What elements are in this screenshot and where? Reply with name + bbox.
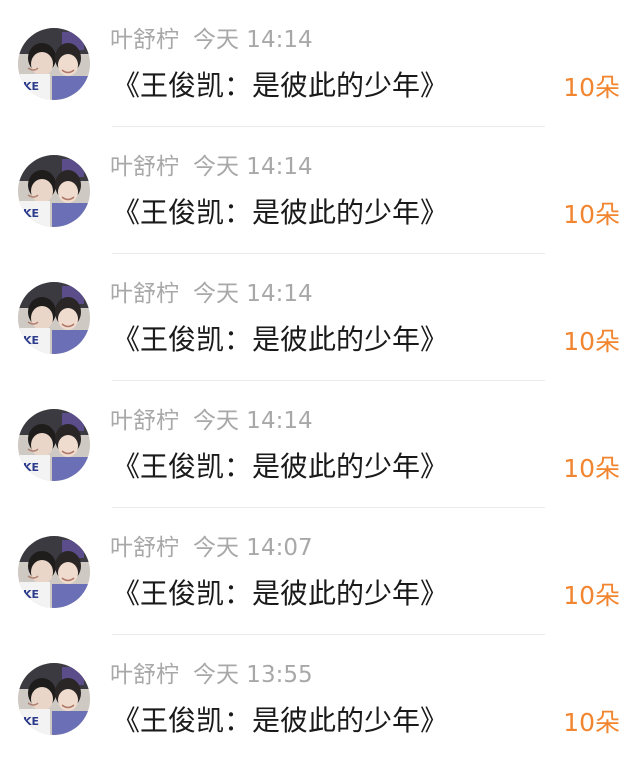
gift-amount: 10朵 bbox=[563, 73, 620, 102]
timestamp: 今天 14:07 bbox=[193, 535, 313, 561]
timestamp: 今天 14:14 bbox=[193, 27, 313, 53]
gift-amount: 10朵 bbox=[563, 200, 620, 229]
list-item[interactable]: KE 叶舒柠 今天 14:14 《王俊凯：是彼此的少年》 10朵 bbox=[0, 254, 640, 381]
record-meta: 叶舒柠 今天 14:07 bbox=[110, 532, 313, 564]
svg-text:KE: KE bbox=[23, 715, 39, 728]
user-name[interactable]: 叶舒柠 bbox=[110, 154, 179, 180]
record-meta: 叶舒柠 今天 14:14 bbox=[110, 24, 313, 56]
timestamp: 今天 14:14 bbox=[193, 281, 313, 307]
user-photo-icon: KE bbox=[18, 663, 90, 735]
svg-text:KE: KE bbox=[23, 80, 39, 93]
list-item[interactable]: KE 叶舒柠 今天 13:55 《王俊凯：是彼此的少年》 10朵 bbox=[0, 635, 640, 762]
user-name[interactable]: 叶舒柠 bbox=[110, 27, 179, 53]
list-item[interactable]: KE 叶舒柠 今天 14:14 《王俊凯：是彼此的少年》 10朵 bbox=[0, 381, 640, 508]
user-name[interactable]: 叶舒柠 bbox=[110, 662, 179, 688]
timestamp: 今天 14:14 bbox=[193, 154, 313, 180]
gift-amount: 10朵 bbox=[563, 581, 620, 610]
work-title[interactable]: 《王俊凯：是彼此的少年》 bbox=[112, 447, 448, 487]
avatar[interactable]: KE bbox=[18, 28, 90, 100]
user-name[interactable]: 叶舒柠 bbox=[110, 535, 179, 561]
list-item[interactable]: KE 叶舒柠 今天 14:14 《王俊凯：是彼此的少年》 10朵 bbox=[0, 127, 640, 254]
user-photo-icon: KE bbox=[18, 155, 90, 227]
avatar[interactable]: KE bbox=[18, 663, 90, 735]
gift-amount: 10朵 bbox=[563, 708, 620, 737]
gift-record-list: KE 叶舒柠 今天 14:14 《王俊凯：是彼此的少年》 10朵 KE 叶舒柠 … bbox=[0, 0, 640, 762]
avatar[interactable]: KE bbox=[18, 536, 90, 608]
record-meta: 叶舒柠 今天 14:14 bbox=[110, 151, 313, 183]
gift-amount: 10朵 bbox=[563, 327, 620, 356]
timestamp: 今天 13:55 bbox=[193, 662, 313, 688]
svg-text:KE: KE bbox=[23, 588, 39, 601]
work-title[interactable]: 《王俊凯：是彼此的少年》 bbox=[112, 574, 448, 614]
user-photo-icon: KE bbox=[18, 536, 90, 608]
list-item[interactable]: KE 叶舒柠 今天 14:14 《王俊凯：是彼此的少年》 10朵 bbox=[0, 0, 640, 127]
record-meta: 叶舒柠 今天 14:14 bbox=[110, 278, 313, 310]
user-name[interactable]: 叶舒柠 bbox=[110, 281, 179, 307]
list-item[interactable]: KE 叶舒柠 今天 14:07 《王俊凯：是彼此的少年》 10朵 bbox=[0, 508, 640, 635]
timestamp: 今天 14:14 bbox=[193, 408, 313, 434]
svg-text:KE: KE bbox=[23, 207, 39, 220]
work-title[interactable]: 《王俊凯：是彼此的少年》 bbox=[112, 320, 448, 360]
user-name[interactable]: 叶舒柠 bbox=[110, 408, 179, 434]
work-title[interactable]: 《王俊凯：是彼此的少年》 bbox=[112, 701, 448, 741]
svg-text:KE: KE bbox=[23, 334, 39, 347]
work-title[interactable]: 《王俊凯：是彼此的少年》 bbox=[112, 193, 448, 233]
avatar[interactable]: KE bbox=[18, 409, 90, 481]
user-photo-icon: KE bbox=[18, 28, 90, 100]
avatar[interactable]: KE bbox=[18, 282, 90, 354]
avatar[interactable]: KE bbox=[18, 155, 90, 227]
record-meta: 叶舒柠 今天 14:14 bbox=[110, 405, 313, 437]
work-title[interactable]: 《王俊凯：是彼此的少年》 bbox=[112, 66, 448, 106]
record-meta: 叶舒柠 今天 13:55 bbox=[110, 659, 313, 691]
user-photo-icon: KE bbox=[18, 282, 90, 354]
gift-amount: 10朵 bbox=[563, 454, 620, 483]
svg-text:KE: KE bbox=[23, 461, 39, 474]
user-photo-icon: KE bbox=[18, 409, 90, 481]
